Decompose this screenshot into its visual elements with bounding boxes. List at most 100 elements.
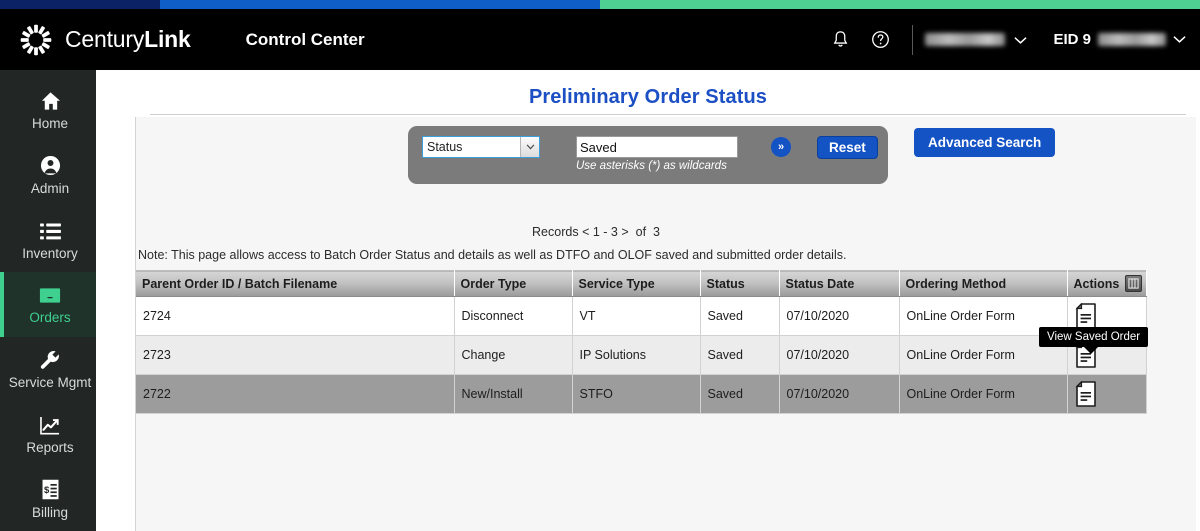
brand-logo[interactable]: CenturyLink — [18, 22, 191, 58]
cell-order-type: New/Install — [454, 374, 573, 414]
sidebar-item-inventory[interactable]: Inventory — [0, 207, 96, 272]
column-settings-icon[interactable] — [1124, 275, 1142, 292]
sidebar-item-label: Service Mgmt — [8, 375, 92, 391]
table-row[interactable]: 2722 New/Install STFO Saved 07/10/2020 O… — [136, 374, 1147, 414]
reset-button[interactable]: Reset — [817, 136, 878, 159]
cell-status-date: 07/10/2020 — [779, 374, 900, 414]
eid-menu[interactable]: EID 9 — [1053, 31, 1186, 48]
home-icon — [40, 89, 61, 111]
brand-wordmark-light: Century — [65, 26, 145, 52]
orders-table-head: Parent Order ID / Batch Filename Order T… — [136, 270, 1147, 297]
cell-status: Saved — [700, 296, 780, 336]
cell-status: Saved — [700, 374, 780, 414]
strip-segment-green — [600, 0, 1200, 9]
list-icon — [39, 219, 61, 241]
column-header-service-type[interactable]: Service Type — [572, 270, 701, 297]
header-divider — [912, 24, 914, 55]
cell-order-type: Change — [454, 335, 573, 375]
quick-search-panel: Status Use asterisks (*) as wildcards » … — [408, 126, 888, 184]
search-submit-button[interactable]: » — [771, 137, 791, 157]
chevron-down-icon — [1173, 31, 1186, 48]
app-header: CenturyLink Control Center EID 9 — [0, 9, 1200, 70]
column-header-order-type[interactable]: Order Type — [454, 270, 573, 297]
chart-line-icon — [40, 413, 60, 435]
prev-page-button[interactable]: < — [582, 225, 589, 239]
sidebar-item-label: Orders — [29, 310, 71, 326]
sidebar-item-label: Billing — [31, 504, 69, 520]
brand-wordmark: CenturyLink — [65, 26, 191, 53]
orders-table: Parent Order ID / Batch Filename Order T… — [136, 270, 1147, 414]
sidebar-item-reports[interactable]: Reports — [0, 402, 96, 467]
table-row[interactable]: 2723 Change IP Solutions Saved 07/10/202… — [136, 335, 1147, 375]
sidebar-item-label: Inventory — [22, 245, 78, 261]
sidebar-item-home[interactable]: Home — [0, 78, 96, 143]
main-content: Preliminary Order Status Status Saved Us… — [96, 70, 1200, 531]
user-icon — [40, 154, 61, 176]
search-toolbar: Status Use asterisks (*) as wildcards » … — [136, 117, 1196, 189]
cell-ordering-method: OnLine Order Form — [899, 374, 1068, 414]
orders-table-wrap: Parent Order ID / Batch Filename Order T… — [136, 270, 1182, 414]
svg-text:$: $ — [43, 485, 49, 496]
account-name-redacted — [925, 33, 1006, 46]
cell-parent-order-id: 2723 — [136, 335, 455, 375]
account-menu[interactable] — [925, 32, 1028, 48]
column-header-status[interactable]: Status — [700, 270, 780, 297]
records-total: 3 — [653, 225, 660, 239]
centurylink-starburst-icon — [20, 24, 52, 55]
cell-service-type: VT — [572, 296, 701, 336]
table-row[interactable]: 2724 Disconnect VT Saved 07/10/2020 OnLi… — [136, 296, 1147, 336]
column-header-actions-label: Actions — [1073, 276, 1120, 291]
eid-value-redacted — [1098, 33, 1166, 46]
cell-parent-order-id: 2722 — [136, 374, 455, 414]
cell-service-type: STFO — [572, 374, 701, 414]
column-header-ordering-method[interactable]: Ordering Method — [899, 270, 1068, 297]
notification-bell-icon[interactable] — [825, 25, 855, 55]
sidebar-item-service-mgmt[interactable]: Service Mgmt — [0, 337, 96, 402]
filter-field-wrap: Status — [422, 136, 540, 158]
search-query-wrap: Use asterisks (*) as wildcards — [576, 136, 738, 172]
search-field-select[interactable]: Status — [422, 136, 540, 158]
eid-label: EID 9 — [1053, 31, 1091, 48]
page-note: Note: This page allows access to Batch O… — [138, 248, 847, 262]
records-label: Records — [532, 225, 579, 239]
records-range: 1 - 3 — [592, 225, 618, 239]
next-page-button[interactable]: > — [621, 225, 628, 239]
inbox-icon — [39, 283, 61, 305]
app-title: Control Center — [245, 29, 365, 49]
brand-color-strip — [0, 0, 1200, 9]
column-header-parent-order-id[interactable]: Parent Order ID / Batch Filename — [136, 270, 455, 297]
advanced-search-button[interactable]: Advanced Search — [914, 128, 1056, 157]
sidebar-item-label: Admin — [30, 181, 70, 197]
chevron-down-icon — [1014, 32, 1028, 48]
tooltip-view-saved-order: View Saved Order — [1039, 327, 1149, 354]
strip-segment-navy — [0, 0, 160, 9]
records-of-label: of — [635, 225, 647, 239]
search-input[interactable] — [576, 136, 738, 158]
sidebar-item-billing[interactable]: $ Billing — [0, 466, 96, 531]
cell-status: Saved — [700, 335, 780, 375]
column-header-actions[interactable]: Actions — [1067, 270, 1147, 297]
orders-table-body: 2724 Disconnect VT Saved 07/10/2020 OnLi… — [136, 296, 1147, 414]
records-pager: Records < 1 - 3 > of 3 — [136, 225, 1196, 239]
cell-status-date: 07/10/2020 — [779, 335, 900, 375]
saved-order-document-icon[interactable] — [1075, 381, 1097, 407]
help-circle-icon[interactable] — [865, 25, 895, 55]
invoice-icon: $ — [41, 478, 60, 500]
column-header-status-date[interactable]: Status Date — [779, 270, 900, 297]
sidebar-item-admin[interactable]: Admin — [0, 143, 96, 208]
cell-status-date: 07/10/2020 — [779, 296, 900, 336]
cell-parent-order-id: 2724 — [136, 296, 455, 336]
cell-service-type: IP Solutions — [572, 335, 701, 375]
cell-order-type: Disconnect — [454, 296, 573, 336]
sidebar-item-label: Home — [31, 116, 68, 132]
sidebar-item-orders[interactable]: Orders — [0, 272, 96, 337]
content-panel: Status Use asterisks (*) as wildcards » … — [135, 117, 1196, 531]
strip-segment-blue — [160, 0, 600, 9]
brand-wordmark-bold: Link — [144, 26, 191, 52]
sidebar-item-label: Reports — [26, 439, 74, 455]
saved-order-document-icon[interactable] — [1075, 303, 1097, 329]
wrench-icon — [40, 348, 60, 370]
left-sidebar: Home Admin Inventory Orders Service Mgmt… — [0, 70, 96, 531]
cell-actions — [1067, 374, 1147, 414]
page-title: Preliminary Order Status — [528, 86, 768, 108]
